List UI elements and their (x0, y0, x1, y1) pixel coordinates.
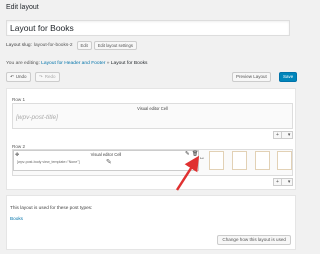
editing-breadcrumb: You are editing: Layout for Header and F… (6, 61, 148, 66)
usage-info-box: This layout is used for these post types… (6, 195, 296, 250)
change-usage-button[interactable]: Change how this layout is used (217, 235, 291, 245)
pencil-icon[interactable]: ✎ (106, 158, 112, 166)
chevron-down-icon: ▾ (287, 132, 291, 138)
empty-cell[interactable] (232, 151, 247, 170)
row-2-add-button[interactable]: + ▾ (273, 178, 294, 186)
parent-layout-link[interactable]: Layout for Header and Footer (41, 61, 105, 66)
row-2[interactable]: ✥ Visual editor Cell [wpv-post-body view… (12, 149, 293, 176)
empty-cell[interactable] (255, 151, 270, 170)
redo-label: Redo (44, 74, 56, 79)
row-1-cell-title: Visual editor Cell (137, 106, 168, 111)
row-1-cell-content[interactable]: [wpv-post-title] (16, 114, 58, 121)
row-1-label: Row 1 (12, 97, 26, 102)
annotation-arrow (175, 155, 200, 191)
layout-editor: Row 1 Visual editor Cell [wpv-post-title… (6, 88, 296, 191)
chevron-down-icon: ▾ (287, 179, 291, 185)
slug-value: layout-for-books-2 (33, 43, 73, 48)
row-1-add-label: + (276, 132, 279, 138)
row-2-add-label: + (276, 179, 279, 185)
row-2-cell[interactable]: ✥ Visual editor Cell [wpv-post-body view… (13, 150, 199, 171)
preview-layout-button[interactable]: Preview Layout (232, 72, 271, 82)
empty-cell[interactable] (209, 151, 224, 170)
usage-info-text: This layout is used for these post types… (10, 205, 93, 210)
post-type-link[interactable]: Books (10, 216, 23, 221)
layout-title-input[interactable]: Layout for Books (6, 20, 290, 36)
save-button[interactable]: Save (279, 72, 298, 82)
row-1[interactable]: Visual editor Cell [wpv-post-title] (12, 103, 293, 129)
toolbar: ↶ Undo ↷ Redo Preview Layout Save (6, 72, 298, 84)
breadcrumb-separator: » (106, 61, 110, 66)
editing-prefix: You are editing: (6, 61, 40, 66)
undo-icon: ↶ (10, 74, 14, 79)
slug-row: Layout slug: layout-for-books-2 Edit Edi… (6, 40, 137, 51)
edit-slug-button[interactable]: Edit (76, 40, 92, 51)
undo-label: Undo (15, 74, 27, 79)
slug-label: Layout slug: (6, 43, 32, 48)
row-1-add-button[interactable]: + ▾ (273, 131, 294, 139)
redo-icon: ↷ (39, 74, 43, 79)
empty-cell[interactable] (277, 151, 292, 170)
current-layout-name: Layout for Books (110, 61, 148, 66)
redo-button[interactable]: ↷ Redo (35, 72, 60, 82)
edit-layout-settings-button[interactable]: Edit layout settings (93, 40, 137, 51)
row-2-cell-content[interactable]: [wpv-post-body view_template="None"] (17, 160, 80, 164)
page-title: Edit layout (6, 4, 39, 11)
row-2-cell-title: Visual editor Cell (90, 152, 122, 157)
undo-button[interactable]: ↶ Undo (6, 72, 31, 82)
